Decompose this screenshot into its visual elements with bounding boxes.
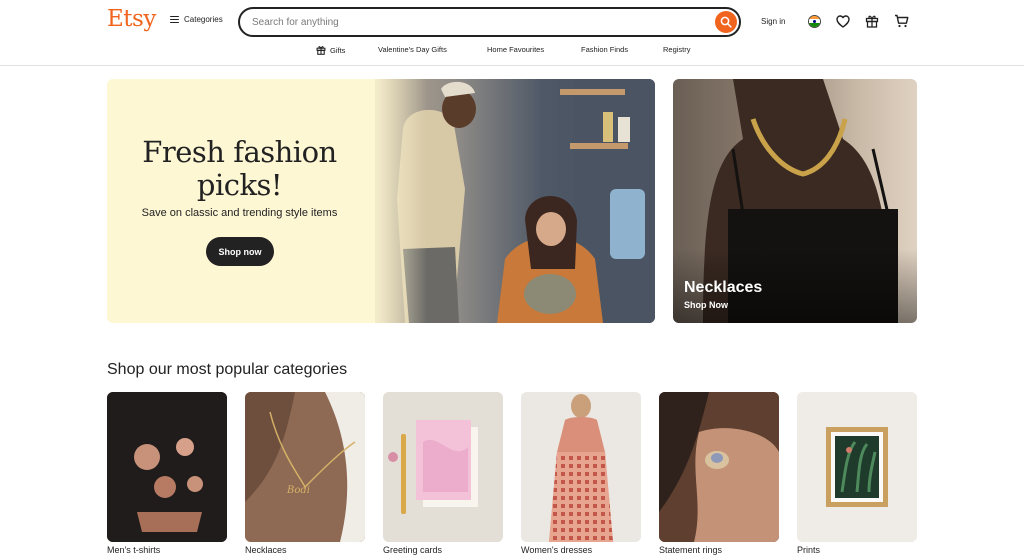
- category-card-necklaces[interactable]: Bodi Necklaces: [245, 392, 365, 555]
- search-button[interactable]: [715, 11, 737, 33]
- promo-title: Necklaces: [684, 279, 763, 296]
- category-label: Prints: [797, 545, 821, 555]
- category-label: Statement rings: [659, 545, 723, 555]
- categories-menu-button[interactable]: Categories: [170, 15, 223, 24]
- subnav-fashion-finds[interactable]: Fashion Finds: [581, 45, 628, 54]
- heart-icon: [836, 14, 850, 28]
- category-image: [383, 392, 503, 542]
- hamburger-icon: [170, 15, 179, 24]
- cart-icon: [894, 14, 908, 28]
- promo-shop-now-link[interactable]: Shop Now: [684, 300, 728, 310]
- search-bar: [238, 7, 741, 37]
- search-icon: [720, 16, 732, 28]
- gift-icon: [865, 15, 879, 28]
- category-card-mens-tshirts[interactable]: Men's t-shirts: [107, 392, 227, 555]
- category-card-prints[interactable]: Prints: [797, 392, 917, 555]
- hero-title-line-2: picks!: [196, 168, 283, 202]
- category-label: Greeting cards: [383, 545, 443, 555]
- site-header: Etsy Categories Sign in: [0, 0, 1024, 66]
- sign-in-link[interactable]: Sign in: [761, 17, 785, 26]
- category-image: [107, 392, 227, 542]
- svg-text:Bodi: Bodi: [286, 485, 310, 496]
- subnav-gifts-label: Gifts: [330, 45, 346, 55]
- country-flag-button[interactable]: [806, 13, 822, 29]
- subnav-home-favourites[interactable]: Home Favourites: [487, 45, 544, 54]
- category-image: Bodi: [245, 392, 365, 542]
- flag-icon: [807, 14, 821, 28]
- hero-title-line-1: Fresh fashion: [142, 135, 337, 169]
- category-card-greeting-cards[interactable]: Greeting cards: [383, 392, 503, 555]
- category-image: [797, 392, 917, 542]
- popular-categories-heading: Shop our most popular categories: [107, 361, 348, 378]
- subnav-registry[interactable]: Registry: [663, 45, 691, 54]
- hero-title: Fresh fashion picks!: [107, 136, 372, 202]
- gift-mode-button[interactable]: [864, 13, 880, 29]
- categories-label: Categories: [184, 15, 223, 24]
- category-label: Necklaces: [245, 545, 287, 555]
- secondary-nav: Gifts Valentine's Day Gifts Home Favouri…: [0, 45, 1024, 59]
- search-input[interactable]: [252, 14, 712, 30]
- necklaces-promo-card[interactable]: Necklaces Shop Now: [673, 79, 917, 323]
- category-image: [659, 392, 779, 542]
- category-label: Women's dresses: [521, 545, 593, 555]
- hero-subtitle: Save on classic and trending style items: [141, 207, 338, 219]
- subnav-gifts[interactable]: Gifts: [316, 45, 345, 55]
- etsy-logo[interactable]: Etsy: [107, 6, 156, 32]
- category-label: Men's t-shirts: [107, 545, 161, 555]
- gift-icon: [316, 46, 326, 55]
- hero-banner[interactable]: Fresh fashion picks! Save on classic and…: [107, 79, 655, 323]
- subnav-valentines-day-gifts[interactable]: Valentine's Day Gifts: [378, 45, 447, 54]
- category-card-womens-dresses[interactable]: Women's dresses: [521, 392, 641, 555]
- category-image: [521, 392, 641, 542]
- shop-now-button[interactable]: Shop now: [206, 237, 274, 266]
- favorites-button[interactable]: [835, 13, 851, 29]
- cart-button[interactable]: [893, 13, 909, 29]
- category-card-statement-rings[interactable]: Statement rings: [659, 392, 779, 555]
